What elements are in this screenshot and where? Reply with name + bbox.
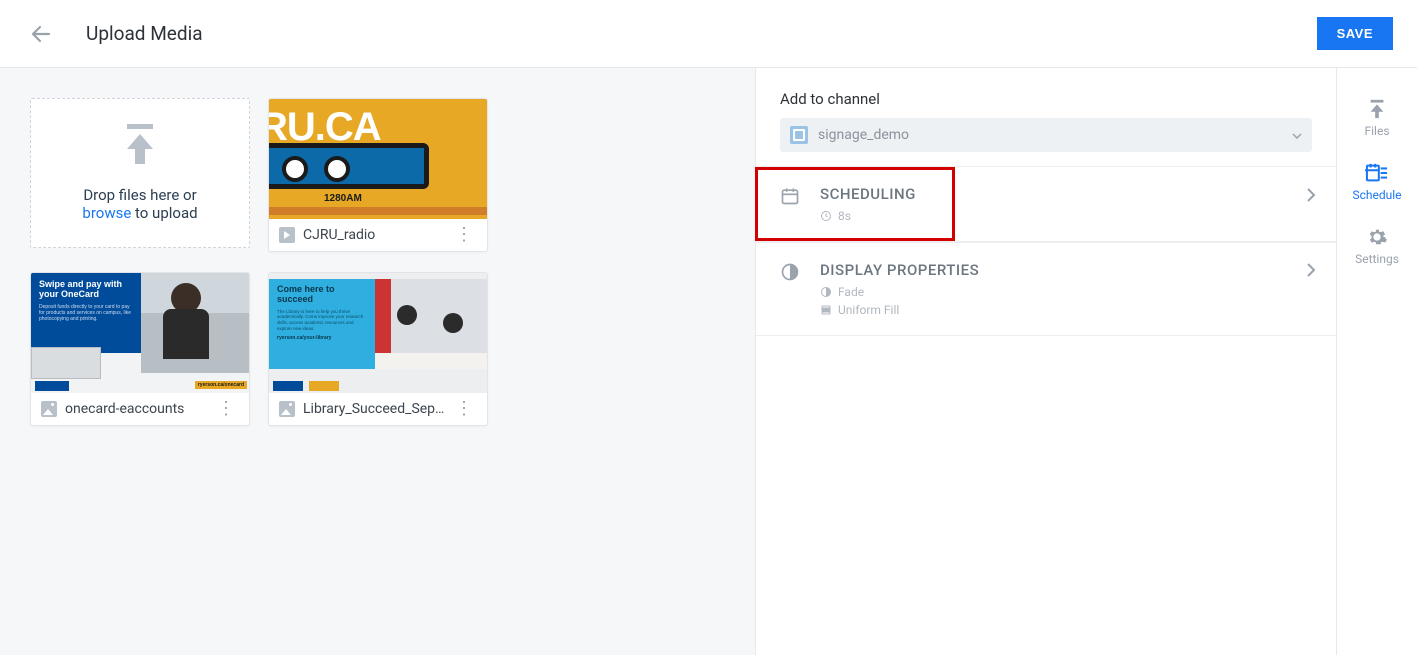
media-name: Library_Succeed_Sep3-… — [303, 401, 451, 417]
media-thumbnail: Come here to succeed The Library is here… — [269, 273, 487, 393]
gear-icon — [1366, 226, 1388, 248]
card-menu-button[interactable]: ⋮ — [451, 404, 477, 414]
back-button[interactable] — [24, 17, 58, 51]
contrast-icon — [780, 262, 802, 286]
caret-down-icon — [1292, 127, 1302, 143]
scheduling-section[interactable]: SCHEDULING 8s — [755, 167, 955, 241]
rail-tab-files[interactable]: Files — [1337, 86, 1417, 150]
chevron-right-icon — [1306, 262, 1316, 282]
channel-select[interactable]: signage_demo — [780, 118, 1312, 152]
channel-label: Add to channel — [780, 90, 1312, 108]
transition-value: Fade — [838, 285, 864, 299]
media-card[interactable]: Swipe and pay with your OneCard Deposit … — [30, 272, 250, 426]
media-thumbnail: RU.CA 1280AM — [269, 99, 487, 219]
image-icon — [41, 401, 57, 417]
duration-value: 8s — [838, 209, 851, 223]
fill-icon — [820, 304, 832, 316]
save-button[interactable]: SAVE — [1317, 17, 1393, 50]
upload-icon — [119, 124, 161, 172]
channel-selected: signage_demo — [818, 127, 909, 143]
card-menu-button[interactable]: ⋮ — [213, 404, 239, 414]
browse-link[interactable]: browse — [82, 204, 131, 222]
section-title: DISPLAY PROPERTIES — [820, 261, 1312, 279]
display-properties-section[interactable]: DISPLAY PROPERTIES Fade Uniform Fill — [756, 242, 1336, 335]
media-name: onecard-eaccounts — [65, 401, 213, 417]
rail-tab-settings[interactable]: Settings — [1337, 214, 1417, 278]
card-menu-button[interactable]: ⋮ — [451, 230, 477, 240]
page-title: Upload Media — [86, 22, 1317, 45]
calendar-icon — [780, 186, 802, 210]
rail-label: Settings — [1355, 252, 1399, 266]
channel-icon — [790, 126, 808, 144]
rail-label: Files — [1364, 124, 1389, 138]
dropzone[interactable]: Drop files here or browse to upload — [30, 98, 250, 248]
fill-value: Uniform Fill — [838, 303, 899, 317]
side-rail: Files Schedule Settings — [1337, 68, 1417, 655]
config-panel: Add to channel signage_demo SCHEDULING — [755, 68, 1337, 655]
workspace: Drop files here or browse to upload RU.C… — [0, 68, 1417, 655]
media-card[interactable]: RU.CA 1280AM CJRU_radio ⋮ — [268, 98, 488, 252]
media-card[interactable]: Come here to succeed The Library is here… — [268, 272, 488, 426]
section-title: SCHEDULING — [820, 185, 931, 203]
schedule-icon — [1365, 162, 1389, 184]
chevron-right-icon — [1306, 187, 1316, 207]
video-icon — [279, 227, 295, 243]
upload-icon — [1366, 98, 1388, 120]
media-name: CJRU_radio — [303, 227, 451, 243]
clock-icon — [820, 210, 832, 222]
transition-icon — [820, 286, 832, 298]
arrow-left-icon — [29, 22, 53, 46]
rail-label: Schedule — [1352, 188, 1401, 202]
rail-tab-schedule[interactable]: Schedule — [1337, 150, 1417, 214]
media-thumbnail: Swipe and pay with your OneCard Deposit … — [31, 273, 249, 393]
dropzone-text: Drop files here or browse to upload — [82, 186, 197, 222]
topbar: Upload Media SAVE — [0, 0, 1417, 68]
media-grid: Drop files here or browse to upload RU.C… — [0, 68, 755, 655]
image-icon — [279, 401, 295, 417]
